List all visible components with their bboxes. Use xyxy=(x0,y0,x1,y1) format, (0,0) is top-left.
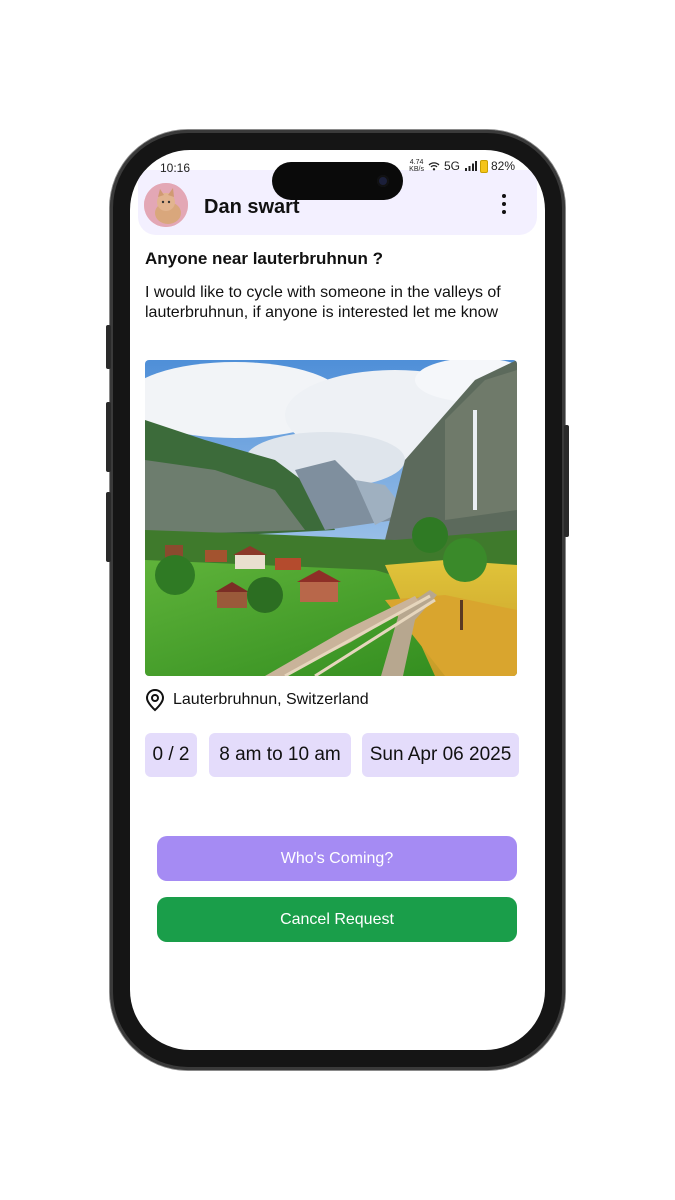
time-range-chip: 8 am to 10 am xyxy=(209,733,351,777)
more-vertical-icon[interactable] xyxy=(501,194,507,218)
location-pin-icon xyxy=(145,688,165,712)
alpine-valley-image xyxy=(145,360,517,676)
signal-icon xyxy=(464,161,477,171)
whos-coming-button[interactable]: Who's Coming? xyxy=(157,836,517,881)
status-icons: 4.74 KB/s 5G 82% xyxy=(409,159,515,173)
battery-icon xyxy=(480,160,487,172)
post-body: I would like to cycle with someone in th… xyxy=(145,284,501,321)
hotspot-icon xyxy=(428,162,440,171)
username[interactable]: Dan swart xyxy=(204,196,300,219)
post-image xyxy=(145,360,517,676)
power-button xyxy=(564,425,569,537)
silent-switch xyxy=(106,325,111,369)
dynamic-island xyxy=(272,162,403,200)
location-text: Lauterbruhnun, Switzerland xyxy=(173,691,369,708)
network-type: 5G xyxy=(443,159,460,173)
cancel-request-button[interactable]: Cancel Request xyxy=(157,897,517,942)
status-time: 10:16 xyxy=(160,161,191,175)
avatar[interactable] xyxy=(144,183,188,227)
net-speed-value: 4.74 xyxy=(409,159,424,166)
date-chip: Sun Apr 06 2025 xyxy=(362,733,519,777)
net-speed: 4.74 KB/s xyxy=(409,159,424,173)
front-camera-icon xyxy=(377,175,389,187)
location-row: Lauterbruhnun, Switzerland xyxy=(145,688,369,712)
phone-screen: 10:16 4.74 KB/s 5G 82% Dan swart Anyone … xyxy=(130,150,545,1050)
volume-down-button xyxy=(106,492,111,562)
cat-avatar-icon xyxy=(144,183,188,227)
net-speed-unit: KB/s xyxy=(409,166,424,173)
post-title: Anyone near lauterbruhnun ? xyxy=(145,249,384,268)
battery-level: 82% xyxy=(490,159,515,173)
volume-up-button xyxy=(106,402,111,472)
participants-chip: 0 / 2 xyxy=(145,733,197,777)
